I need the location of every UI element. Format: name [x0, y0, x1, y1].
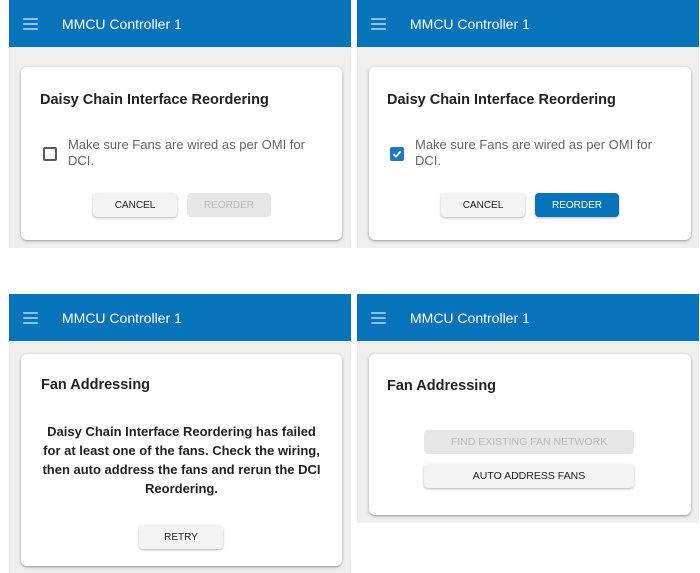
- retry-button[interactable]: RETRY: [139, 525, 223, 549]
- reorder-button[interactable]: REORDER: [187, 193, 271, 217]
- find-existing-fan-network-button[interactable]: FIND EXISTING FAN NETWORK: [424, 430, 634, 454]
- dialog-title: Daisy Chain Interface Reordering: [40, 92, 269, 108]
- fan-addressing-card: Fan Addressing Daisy Chain Interface Reo…: [21, 354, 342, 566]
- screen-fan-addressing: MMCU Controller 1 Fan Addressing FIND EX…: [357, 294, 699, 523]
- screen-dci-checked: MMCU Controller 1 Daisy Chain Interface …: [357, 0, 699, 248]
- app-bar: MMCU Controller 1: [357, 0, 699, 47]
- wiring-checkbox[interactable]: [390, 147, 404, 161]
- cancel-button[interactable]: CANCEL: [93, 193, 177, 217]
- failure-message: Daisy Chain Interface Reordering has fai…: [42, 424, 321, 496]
- dialog-title: Daisy Chain Interface Reordering: [387, 92, 616, 108]
- wiring-checkbox-label: Make sure Fans are wired as per OMI for …: [415, 137, 652, 168]
- menu-icon[interactable]: [23, 17, 38, 30]
- wiring-checkbox-label: Make sure Fans are wired as per OMI for …: [68, 137, 305, 168]
- app-title: MMCU Controller 1: [410, 309, 530, 326]
- app-bar: MMCU Controller 1: [9, 0, 351, 47]
- screen-dci-unchecked: MMCU Controller 1 Daisy Chain Interface …: [9, 0, 351, 248]
- cancel-button[interactable]: CANCEL: [441, 193, 525, 217]
- app-title: MMCU Controller 1: [62, 15, 182, 32]
- card-title: Fan Addressing: [41, 377, 151, 393]
- app-bar: MMCU Controller 1: [9, 294, 351, 341]
- card-title: Fan Addressing: [387, 378, 497, 394]
- checkmark-icon: [392, 150, 402, 158]
- dci-dialog: Daisy Chain Interface Reordering Make su…: [369, 67, 691, 240]
- screen-fan-addressing-failed: MMCU Controller 1 Fan Addressing Daisy C…: [9, 294, 351, 573]
- app-title: MMCU Controller 1: [62, 309, 182, 326]
- app-bar: MMCU Controller 1: [357, 294, 699, 341]
- auto-address-fans-button[interactable]: AUTO ADDRESS FANS: [424, 464, 634, 488]
- menu-icon[interactable]: [371, 17, 386, 30]
- menu-icon[interactable]: [23, 311, 38, 324]
- reorder-button[interactable]: REORDER: [535, 193, 619, 217]
- wiring-checkbox[interactable]: [43, 147, 57, 161]
- fan-addressing-card: Fan Addressing FIND EXISTING FAN NETWORK…: [369, 354, 691, 515]
- menu-icon[interactable]: [371, 311, 386, 324]
- app-title: MMCU Controller 1: [410, 15, 530, 32]
- dci-dialog: Daisy Chain Interface Reordering Make su…: [21, 67, 342, 240]
